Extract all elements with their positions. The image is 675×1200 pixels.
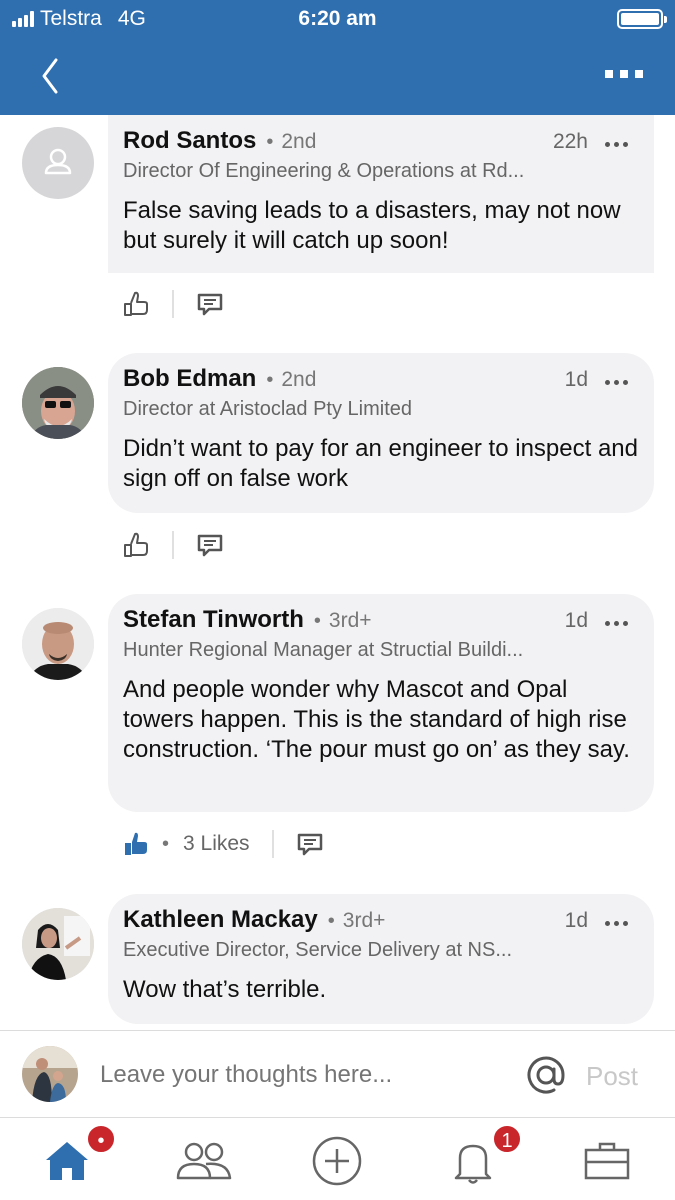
my-avatar xyxy=(22,1046,78,1102)
commenter-headline: Director Of Engineering & Operations at … xyxy=(123,160,525,182)
comment-more-button[interactable] xyxy=(605,380,628,385)
commenter-headline: Hunter Regional Manager at Structial Bui… xyxy=(123,639,524,661)
avatar[interactable] xyxy=(22,367,94,439)
avatar[interactable] xyxy=(22,127,94,199)
briefcase-icon xyxy=(584,1142,630,1180)
clock: 6:20 am xyxy=(298,7,377,30)
liked-thumb-icon[interactable] xyxy=(122,830,150,858)
reply-icon[interactable] xyxy=(196,290,224,318)
comment-more-button[interactable] xyxy=(605,621,628,626)
comment-bubble: Bob Edman • 2nd 1d Director at Aristocla… xyxy=(108,353,654,513)
connection-degree: 2nd xyxy=(281,130,317,153)
avatar[interactable] xyxy=(22,608,94,680)
commenter-name[interactable]: Bob Edman xyxy=(123,365,256,393)
profile-photo xyxy=(22,367,94,439)
comment-composer: Post xyxy=(0,1030,675,1118)
comments-feed[interactable]: Rod Santos • 2nd 22h Director Of Enginee… xyxy=(0,115,675,1030)
comment-text: False saving leads to a disasters, may n… xyxy=(123,197,621,254)
bell-icon xyxy=(454,1144,492,1184)
comment-text: And people wonder why Mascot and Opal to… xyxy=(123,676,630,763)
tab-network[interactable] xyxy=(176,1136,232,1186)
comment-text: Wow that’s terrible. xyxy=(123,976,327,1003)
more-options-button[interactable] xyxy=(605,70,643,78)
status-bar: Telstra 4G 6:20 am xyxy=(0,0,675,40)
commenter-name[interactable]: Rod Santos xyxy=(123,127,256,155)
comment-time: 1d xyxy=(564,368,588,391)
notifications-badge: 1 xyxy=(492,1124,522,1154)
profile-photo xyxy=(22,908,94,980)
tab-notifications[interactable] xyxy=(448,1136,498,1186)
home-badge: • xyxy=(86,1124,116,1154)
mention-icon[interactable] xyxy=(526,1055,566,1095)
connection-degree: 3rd+ xyxy=(342,909,386,932)
home-icon xyxy=(46,1142,88,1180)
comment-actions xyxy=(122,528,224,562)
comment-text: Didn’t want to pay for an engineer to in… xyxy=(123,435,638,492)
back-button[interactable] xyxy=(38,56,68,96)
post-button[interactable]: Post xyxy=(586,1061,638,1092)
comment-time: 1d xyxy=(564,609,588,632)
reply-icon[interactable] xyxy=(196,531,224,559)
comment-input[interactable] xyxy=(100,1061,500,1089)
commenter-name[interactable]: Kathleen Mackay xyxy=(123,906,318,934)
connection-degree: 2nd xyxy=(281,368,317,391)
battery-icon xyxy=(617,9,667,29)
like-button[interactable] xyxy=(122,290,150,318)
chevron-left-icon xyxy=(42,58,58,94)
avatar[interactable] xyxy=(22,908,94,980)
connection-degree: 3rd+ xyxy=(328,609,372,632)
comment-actions xyxy=(122,287,224,321)
comment-more-button[interactable] xyxy=(605,921,628,926)
like-button[interactable] xyxy=(122,531,150,559)
profile-photo xyxy=(22,608,94,680)
comment-time: 22h xyxy=(552,130,588,153)
comment-time: 1d xyxy=(564,909,588,932)
nav-bar xyxy=(0,40,675,115)
commenter-headline: Executive Director, Service Delivery at … xyxy=(123,939,513,961)
comment-bubble: Kathleen Mackay • 3rd+ 1d Executive Dire… xyxy=(108,894,654,1024)
comment-actions: • 3 Likes xyxy=(122,827,324,861)
comment-more-button[interactable] xyxy=(605,142,628,147)
commenter-name[interactable]: Stefan Tinworth xyxy=(123,606,304,634)
comment-bubble: Stefan Tinworth • 3rd+ 1d Hunter Regiona… xyxy=(108,594,654,812)
likes-count[interactable]: 3 Likes xyxy=(183,832,250,856)
commenter-headline: Director at Aristoclad Pty Limited xyxy=(123,398,412,420)
reply-icon[interactable] xyxy=(296,830,324,858)
tab-jobs[interactable] xyxy=(582,1136,632,1186)
default-person-icon xyxy=(44,148,72,175)
tab-home[interactable] xyxy=(42,1136,92,1186)
tab-bar: • 1 xyxy=(0,1118,675,1200)
plus-circle-icon xyxy=(312,1136,362,1186)
comment-bubble: Rod Santos • 2nd 22h Director Of Enginee… xyxy=(108,115,654,273)
tab-post[interactable] xyxy=(310,1134,362,1186)
people-icon xyxy=(176,1142,232,1180)
